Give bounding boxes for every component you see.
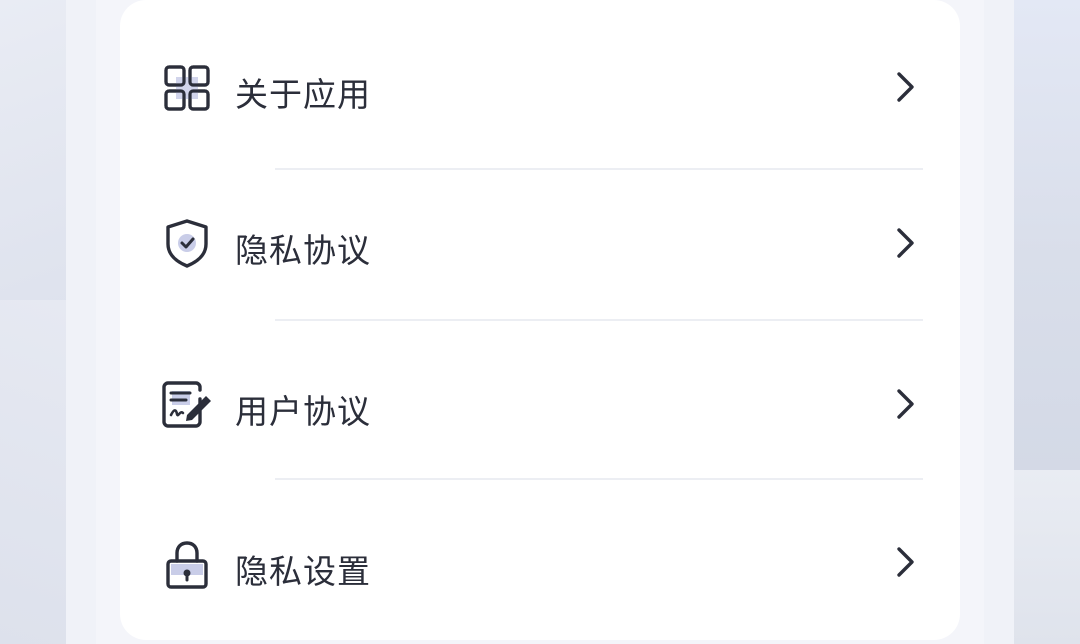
settings-card: 关于应用 隐私协议 用户协议 隐私设置 bbox=[120, 0, 960, 640]
menu-item-label: 关于应用 bbox=[235, 75, 371, 114]
chevron-right-icon bbox=[892, 70, 918, 104]
shield-check-icon bbox=[160, 216, 214, 270]
menu-item-user-agreement[interactable]: 用户协议 bbox=[120, 325, 960, 475]
chevron-right-icon bbox=[892, 545, 918, 579]
menu-item-label: 隐私设置 bbox=[235, 552, 371, 591]
divider bbox=[275, 319, 923, 321]
chevron-right-icon bbox=[892, 387, 918, 421]
menu-item-about-app[interactable]: 关于应用 bbox=[120, 12, 960, 162]
background-left bbox=[0, 0, 66, 644]
menu-item-label: 用户协议 bbox=[235, 392, 371, 431]
menu-item-label: 隐私协议 bbox=[235, 231, 371, 270]
grid-apps-icon bbox=[160, 61, 214, 115]
lock-icon bbox=[160, 537, 214, 591]
menu-item-privacy-agreement[interactable]: 隐私协议 bbox=[120, 170, 960, 320]
menu-item-privacy-settings[interactable]: 隐私设置 bbox=[120, 485, 960, 635]
chevron-right-icon bbox=[892, 226, 918, 260]
divider bbox=[275, 478, 923, 480]
background-right bbox=[1014, 0, 1080, 644]
document-sign-icon bbox=[160, 377, 214, 431]
